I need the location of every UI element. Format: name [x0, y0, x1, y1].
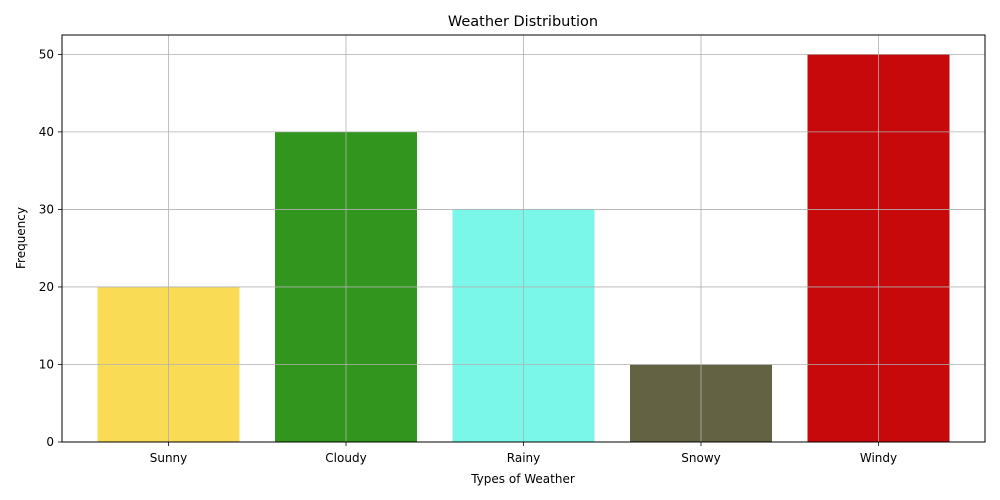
y-tick-label: 50 — [39, 47, 54, 61]
x-axis-title: Types of Weather — [470, 472, 575, 486]
y-tick-label: 20 — [39, 280, 54, 294]
bar-chart: Weather Distribution 0 10 20 30 40 50 Sunny Clo… — [14, 14, 986, 486]
x-tick-label-windy: Windy — [860, 451, 897, 465]
y-axis-title: Frequency — [14, 207, 28, 269]
chart-container: Weather Distribution 0 10 20 30 40 50 Sunny Clo… — [0, 0, 1000, 500]
chart-title: Weather Distribution — [448, 14, 598, 30]
y-tick-label: 0 — [46, 435, 54, 449]
x-tick-label-cloudy: Cloudy — [325, 451, 366, 465]
y-tick-label: 10 — [39, 357, 54, 371]
y-tick-label: 30 — [39, 202, 54, 216]
x-tick-label-snowy: Snowy — [681, 451, 720, 465]
x-tick-label-rainy: Rainy — [507, 451, 540, 465]
x-tick-label-sunny: Sunny — [150, 451, 188, 465]
y-tick-label: 40 — [39, 125, 54, 139]
